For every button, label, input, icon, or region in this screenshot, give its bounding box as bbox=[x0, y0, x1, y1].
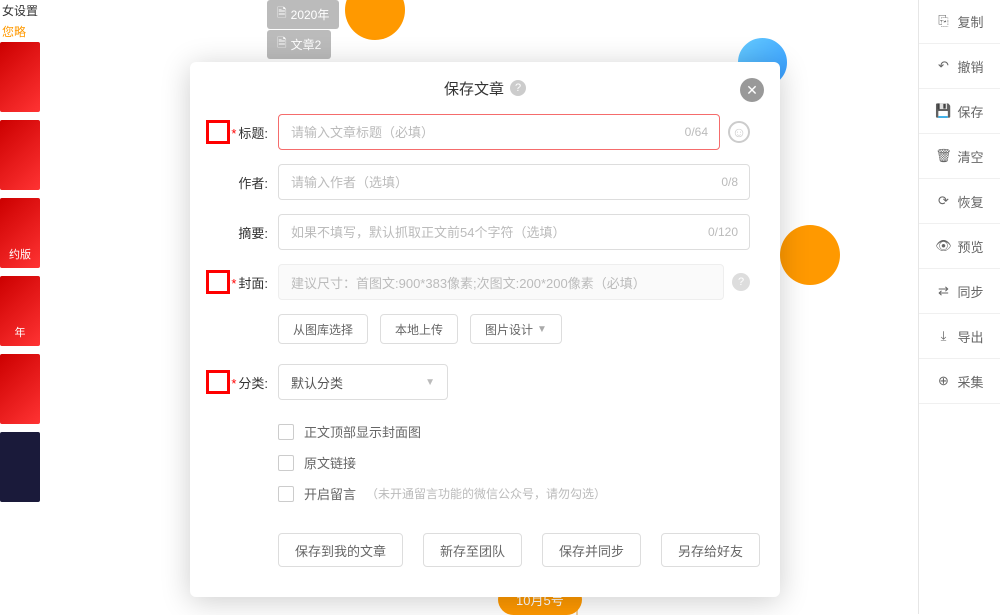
author-label: 作者: bbox=[210, 173, 268, 192]
save-mine-button[interactable]: 保存到我的文章 bbox=[278, 533, 403, 567]
toolbar-collect[interactable]: ⊕ 采集 bbox=[919, 359, 1000, 404]
trash-icon: 🗑 bbox=[935, 148, 951, 164]
close-icon: ✕ bbox=[746, 82, 758, 99]
toolbar-clear[interactable]: 🗑 清空 bbox=[919, 134, 1000, 179]
save-icon: 💾 bbox=[935, 103, 951, 119]
settings-label: 女设置 bbox=[0, 0, 40, 21]
save-friend-button[interactable]: 另存给好友 bbox=[661, 533, 760, 567]
template-thumb[interactable] bbox=[0, 432, 40, 502]
help-icon[interactable]: ? bbox=[732, 273, 750, 291]
file-icon: 🗎 bbox=[277, 4, 287, 25]
file-tab-2[interactable]: 🗎 文章2 bbox=[267, 30, 331, 59]
emoji-button[interactable]: ☺ bbox=[728, 121, 750, 143]
eye-icon: 👁 bbox=[935, 238, 951, 254]
highlight-box bbox=[206, 270, 230, 294]
chevron-down-icon: ▼ bbox=[537, 324, 547, 335]
toolbar-restore[interactable]: ⟳ 恢复 bbox=[919, 179, 1000, 224]
toolbar-sync[interactable]: ⇄ 同步 bbox=[919, 269, 1000, 314]
file-tab-1[interactable]: 🗎 2020年 bbox=[267, 0, 339, 29]
decorative-circle bbox=[345, 0, 405, 40]
show-cover-checkbox[interactable] bbox=[278, 424, 294, 440]
modal-title: 保存文章 bbox=[444, 78, 504, 99]
modal-header: 保存文章 ? ✕ bbox=[190, 62, 780, 114]
chevron-down-icon: ▼ bbox=[425, 377, 435, 388]
toolbar-preview[interactable]: 👁 预览 bbox=[919, 224, 1000, 269]
local-upload-button[interactable]: 本地上传 bbox=[380, 314, 458, 344]
title-counter: 0/64 bbox=[685, 125, 708, 139]
enable-comments-checkbox[interactable] bbox=[278, 486, 294, 502]
sync-icon: ⇄ bbox=[935, 283, 951, 299]
collect-icon: ⊕ bbox=[935, 373, 951, 389]
enable-comments-label: 开启留言 bbox=[304, 484, 356, 503]
from-library-button[interactable]: 从图库选择 bbox=[278, 314, 368, 344]
export-icon: ⤓ bbox=[935, 328, 951, 344]
show-cover-label: 正文顶部显示封面图 bbox=[304, 422, 421, 441]
highlight-box bbox=[206, 370, 230, 394]
template-thumb[interactable] bbox=[0, 354, 40, 424]
author-input[interactable] bbox=[278, 164, 750, 200]
help-icon[interactable]: ? bbox=[510, 80, 526, 96]
brief-label: 您略 bbox=[0, 21, 40, 42]
toolbar-save[interactable]: 💾 保存 bbox=[919, 89, 1000, 134]
highlight-box bbox=[206, 120, 230, 144]
toolbar-export[interactable]: ⤓ 导出 bbox=[919, 314, 1000, 359]
comments-hint: （未开通留言功能的微信公众号，请勿勾选） bbox=[366, 485, 606, 502]
summary-input[interactable] bbox=[278, 214, 750, 250]
undo-icon: ↶ bbox=[935, 58, 951, 74]
toolbar-copy[interactable]: ⎘ 复制 bbox=[919, 0, 1000, 44]
template-thumb[interactable]: 年 bbox=[0, 276, 40, 346]
summary-label: 摘要: bbox=[210, 223, 268, 242]
cover-hint: 建议尺寸：首图文:900*383像素;次图文:200*200像素（必填） bbox=[278, 264, 724, 300]
save-article-modal: 保存文章 ? ✕ *标题: 0/64 ☺ 作者: 0/8 摘要: 0/120 bbox=[190, 62, 780, 597]
summary-counter: 0/120 bbox=[708, 225, 738, 239]
toolbar-undo[interactable]: ↶ 撤销 bbox=[919, 44, 1000, 89]
template-thumb[interactable] bbox=[0, 120, 40, 190]
decorative-circle bbox=[780, 225, 840, 285]
category-select[interactable]: 默认分类 ▼ bbox=[278, 364, 448, 400]
image-design-button[interactable]: 图片设计 ▼ bbox=[470, 314, 562, 344]
file-icon: 🗎 bbox=[277, 34, 287, 55]
template-thumb[interactable] bbox=[0, 42, 40, 112]
source-link-label: 原文链接 bbox=[304, 453, 356, 472]
save-sync-button[interactable]: 保存并同步 bbox=[542, 533, 641, 567]
right-toolbar: ⎘ 复制 ↶ 撤销 💾 保存 🗑 清空 ⟳ 恢复 👁 预览 ⇄ 同步 ⤓ bbox=[918, 0, 1000, 614]
author-counter: 0/8 bbox=[721, 175, 738, 189]
template-thumb[interactable]: 约版 bbox=[0, 198, 40, 268]
close-button[interactable]: ✕ bbox=[740, 78, 764, 102]
source-link-checkbox[interactable] bbox=[278, 455, 294, 471]
save-team-button[interactable]: 新存至团队 bbox=[423, 533, 522, 567]
restore-icon: ⟳ bbox=[935, 193, 951, 209]
copy-icon: ⎘ bbox=[935, 13, 951, 29]
title-input[interactable] bbox=[278, 114, 720, 150]
smile-icon: ☺ bbox=[732, 124, 746, 140]
